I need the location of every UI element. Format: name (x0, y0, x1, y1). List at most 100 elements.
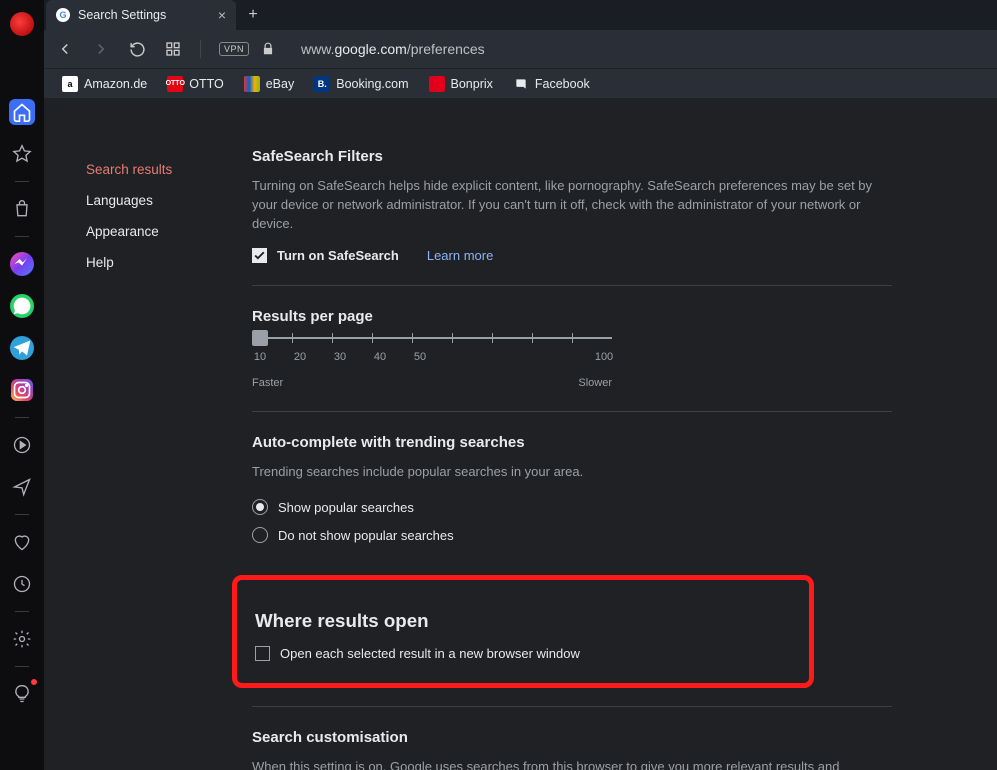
bookmark-ebay[interactable]: eBay (244, 76, 295, 92)
section-where-results-open: Where results open Open each selected re… (232, 575, 814, 688)
rpp-tick: 20 (294, 351, 306, 363)
sidebar-item-appearance[interactable]: Appearance (86, 216, 252, 247)
rpp-tick: 10 (254, 351, 266, 363)
customisation-heading: Search customisation (252, 729, 892, 746)
bookmark-bonprix[interactable]: Bonprix (429, 76, 493, 92)
amazon-icon: a (62, 76, 78, 92)
google-favicon: G (56, 8, 70, 22)
sidebar-label: Appearance (86, 224, 159, 239)
settings-body: SafeSearch Filters Turning on SafeSearch… (252, 148, 892, 770)
url-path: /preferences (407, 41, 485, 57)
whatsapp-icon[interactable] (9, 293, 35, 319)
reload-icon[interactable] (128, 40, 146, 58)
bookmark-label: Facebook (535, 77, 590, 91)
tips-icon[interactable] (9, 681, 35, 707)
section-results-per-page: Results per page 10 20 30 40 50 100 Fast… (252, 286, 892, 412)
customisation-desc: When this setting is on, Google uses sea… (252, 758, 892, 770)
rail-separator (15, 181, 29, 182)
safesearch-checkbox-label: Turn on SafeSearch (277, 248, 399, 263)
sidebar-label: Help (86, 255, 114, 270)
safesearch-learn-more-link[interactable]: Learn more (427, 248, 493, 263)
bookmark-label: eBay (266, 77, 295, 91)
bookmark-otto[interactable]: OTTO OTTO (167, 76, 224, 92)
rail-separator (15, 417, 29, 418)
facebook-icon (513, 76, 529, 92)
new-tab-button[interactable]: + (240, 2, 266, 28)
otto-icon: OTTO (167, 76, 183, 92)
safesearch-heading: SafeSearch Filters (252, 148, 892, 165)
vpn-badge[interactable]: VPN (219, 42, 249, 56)
section-safesearch: SafeSearch Filters Turning on SafeSearch… (252, 148, 892, 286)
autocomplete-hide-label: Do not show popular searches (278, 528, 454, 543)
instagram-icon[interactable] (9, 377, 35, 403)
where-open-heading: Where results open (255, 610, 791, 632)
bookmark-amazon[interactable]: a Amazon.de (62, 76, 147, 92)
sidebar-label: Languages (86, 193, 153, 208)
history-icon[interactable] (9, 571, 35, 597)
player-icon[interactable] (9, 432, 35, 458)
autocomplete-radio-show[interactable] (252, 499, 268, 515)
autocomplete-desc: Trending searches include popular search… (252, 463, 892, 482)
nav-divider (200, 40, 201, 58)
rpp-slider-thumb[interactable] (252, 330, 268, 346)
browser-tab[interactable]: G Search Settings × (46, 0, 236, 30)
customisation-desc-text: When this setting is on, Google uses sea… (252, 759, 839, 770)
ebay-icon (244, 76, 260, 92)
rpp-slider[interactable] (252, 337, 612, 339)
url-prefix: www. (301, 41, 334, 57)
favorites-icon[interactable] (9, 141, 35, 167)
bookmark-facebook[interactable]: Facebook (513, 76, 590, 92)
rail-separator (15, 514, 29, 515)
shopping-icon[interactable] (9, 196, 35, 222)
where-open-checkbox-label: Open each selected result in a new brows… (280, 646, 580, 661)
page-content: Search results Languages Appearance Help… (44, 98, 997, 770)
bookmark-label: Amazon.de (84, 77, 147, 91)
settings-icon[interactable] (9, 626, 35, 652)
bookmark-label: OTTO (189, 77, 224, 91)
bookmark-label: Bonprix (451, 77, 493, 91)
autocomplete-show-label: Show popular searches (278, 500, 414, 515)
rpp-tick: 40 (374, 351, 386, 363)
bookmark-booking[interactable]: B. Booking.com (314, 76, 408, 92)
tab-title: Search Settings (78, 8, 166, 22)
opera-logo-icon[interactable] (9, 11, 35, 37)
settings-sidebar: Search results Languages Appearance Help (86, 148, 252, 770)
rail-separator (15, 236, 29, 237)
rail-separator (15, 611, 29, 612)
back-icon[interactable] (56, 40, 74, 58)
sidebar-item-search-results[interactable]: Search results (86, 154, 252, 185)
autocomplete-heading: Auto-complete with trending searches (252, 434, 892, 451)
speed-dial-icon[interactable] (164, 40, 182, 58)
sidebar-item-languages[interactable]: Languages (86, 185, 252, 216)
section-search-customisation: Search customisation When this setting i… (252, 706, 892, 770)
rpp-tick: 100 (595, 351, 613, 363)
rpp-tick: 50 (414, 351, 426, 363)
section-autocomplete: Auto-complete with trending searches Tre… (252, 412, 892, 552)
rpp-faster-label: Faster (252, 377, 283, 389)
safesearch-checkbox[interactable] (252, 248, 267, 263)
opera-sidebar (0, 0, 44, 770)
close-tab-icon[interactable]: × (218, 7, 226, 23)
booking-icon: B. (314, 76, 330, 92)
autocomplete-radio-hide[interactable] (252, 527, 268, 543)
heart-icon[interactable] (9, 529, 35, 555)
telegram-icon[interactable] (9, 335, 35, 361)
where-open-checkbox[interactable] (255, 646, 270, 661)
url-domain: google.com (334, 41, 406, 57)
rail-separator (15, 666, 29, 667)
lock-icon[interactable] (259, 40, 277, 58)
bonprix-icon (429, 76, 445, 92)
safesearch-desc: Turning on SafeSearch helps hide explici… (252, 177, 892, 234)
address-bar[interactable]: www.google.com/preferences (301, 41, 485, 57)
home-icon[interactable] (9, 99, 35, 125)
forward-icon[interactable] (92, 40, 110, 58)
messenger-icon[interactable] (9, 251, 35, 277)
sidebar-item-help[interactable]: Help (86, 247, 252, 278)
sidebar-label: Search results (86, 162, 172, 177)
rpp-tick: 30 (334, 351, 346, 363)
navigation-bar: VPN www.google.com/preferences (44, 30, 997, 68)
send-icon[interactable] (9, 474, 35, 500)
rpp-slower-label: Slower (578, 377, 612, 389)
bookmark-label: Booking.com (336, 77, 408, 91)
tab-strip: G Search Settings × + (44, 0, 997, 30)
